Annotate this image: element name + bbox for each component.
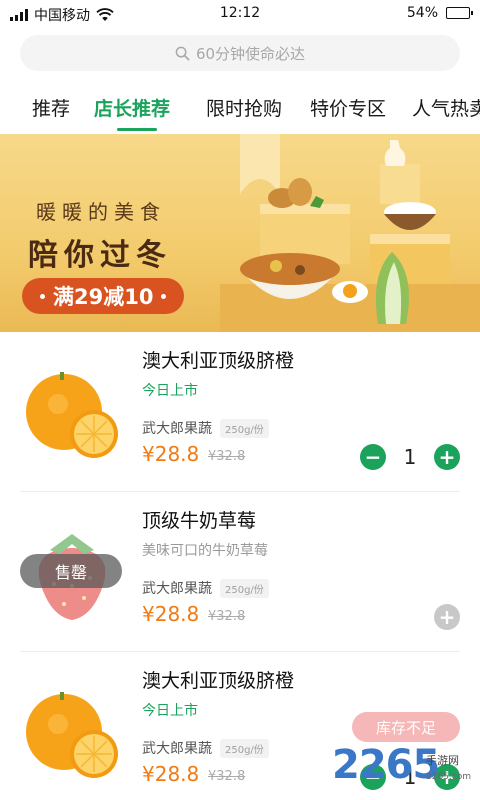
sold-out-badge: 售罄 [20,554,122,588]
minus-button[interactable]: − [360,444,386,470]
product-old-price: ¥32.8 [208,609,246,624]
quantity-value: 1 [403,445,417,469]
plus-button[interactable]: + [434,444,460,470]
tab-recommend[interactable]: 推荐 [32,94,70,121]
banner-food-illustration [220,134,480,332]
battery-icon [446,7,473,19]
product-tag: 今日上市 [142,383,198,399]
dot-icon [161,293,167,299]
tab-popular[interactable]: 人气热卖 [412,94,480,121]
orange-image [26,372,118,458]
watermark: 2265 手游网 2265.com [332,742,480,800]
unit-badge: 250g/份 [220,418,269,438]
quantity-stepper: + [434,604,460,630]
banner-promo-text: 满29减10 [53,285,154,309]
product-name: 顶级牛奶草莓 [142,510,257,532]
banner-title: 陪你过冬 [28,238,172,273]
quantity-stepper: − 1 + [360,444,460,470]
plus-button[interactable]: + [434,604,460,630]
product-card[interactable]: 售罄 顶级牛奶草莓 美味可口的牛奶草莓 武大郎果蔬 250g/份 ¥28.8 ¥… [0,492,480,652]
tab-flash-sale[interactable]: 限时抢购 [206,94,282,121]
shop-name: 武大郎果蔬 [142,421,212,437]
status-right: 54% [406,5,473,21]
tab-active-indicator [117,128,157,131]
product-old-price: ¥32.8 [208,449,246,464]
category-tabs: 推荐 店长推荐 限时抢购 特价专区 人气热卖 [0,82,480,134]
tab-manager-picks[interactable]: 店长推荐 [94,94,170,121]
unit-badge: 250g/份 [220,738,269,758]
unit-badge: 250g/份 [220,578,269,598]
shop-name: 武大郎果蔬 [142,741,212,757]
product-price: ¥28.8 [142,442,200,466]
battery-percent: 54% [406,5,438,21]
watermark-site: 手游网 [426,754,459,767]
product-old-price: ¥32.8 [208,769,246,784]
stock-notice: 库存不足 [352,712,460,742]
product-shop: 武大郎果蔬 250g/份 [142,578,269,598]
promo-banner[interactable]: 暖暖的美食 陪你过冬 满29减10 [0,134,480,332]
product-tag: 美味可口的牛奶草莓 [142,543,268,559]
search-icon [175,46,190,60]
watermark-number: 2265 [332,742,440,788]
tab-special-offers[interactable]: 特价专区 [310,94,386,121]
banner-promo-badge: 满29减10 [22,278,185,314]
banner-headline: 暖暖的美食 [36,200,166,224]
product-price: ¥28.8 [142,762,200,786]
status-bar: 中国移动 12:12 54% [0,0,480,28]
watermark-url: 2265.com [426,772,471,782]
product-shop: 武大郎果蔬 250g/份 [142,418,269,438]
product-card[interactable]: 澳大利亚顶级脐橙 今日上市 武大郎果蔬 250g/份 ¥28.8 ¥32.8 −… [0,332,480,492]
product-price: ¥28.8 [142,602,200,626]
orange-image [26,692,118,778]
product-name: 澳大利亚顶级脐橙 [142,670,295,692]
product-name: 澳大利亚顶级脐橙 [142,350,295,372]
shop-name: 武大郎果蔬 [142,581,212,597]
search-bar[interactable]: 60分钟使命必达 [20,35,460,71]
search-placeholder: 60分钟使命必达 [195,44,306,63]
product-tag: 今日上市 [142,703,198,719]
dot-icon [40,293,45,299]
product-shop: 武大郎果蔬 250g/份 [142,738,269,758]
